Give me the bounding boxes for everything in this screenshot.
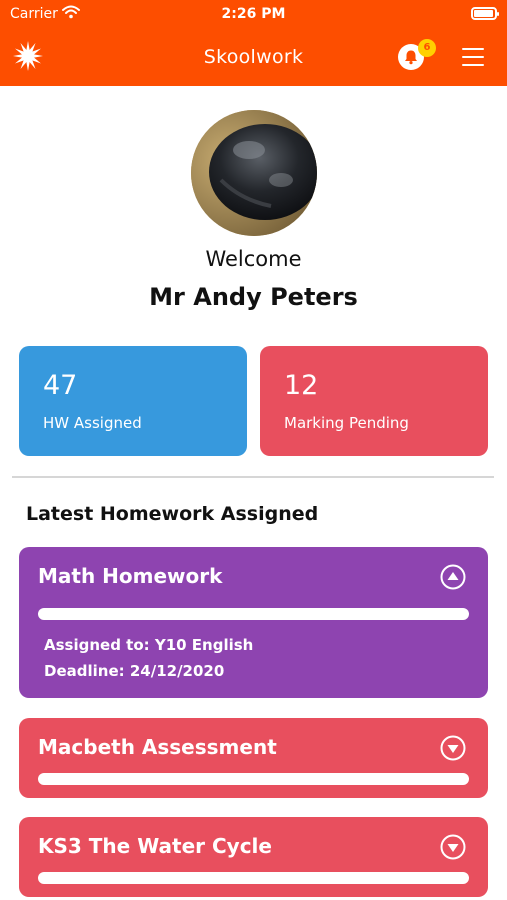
homework-deadline: Deadline: 24/12/2020 — [44, 662, 225, 680]
notification-badge: 6 — [418, 39, 436, 57]
homework-title: Math Homework — [38, 564, 223, 588]
homework-card[interactable]: Math Homework Assigned to: Y10 English D… — [19, 547, 488, 698]
homework-progress-bar — [38, 773, 469, 785]
hamburger-menu-icon[interactable] — [462, 48, 484, 66]
homework-title: KS3 The Water Cycle — [38, 834, 272, 858]
avatar-photo — [191, 110, 317, 236]
battery-icon — [471, 7, 499, 20]
avatar — [191, 110, 317, 236]
homework-assigned-to: Assigned to: Y10 English — [44, 636, 254, 654]
section-title: Latest Homework Assigned — [26, 503, 319, 525]
homework-progress-bar — [38, 608, 469, 620]
homework-card[interactable]: Macbeth Assessment — [19, 718, 488, 798]
hw-assigned-card[interactable]: 47 HW Assigned — [19, 346, 247, 456]
marking-pending-count: 12 — [284, 370, 319, 401]
chevron-up-circle-icon[interactable] — [440, 564, 466, 590]
welcome-text: Welcome — [205, 247, 302, 271]
divider — [12, 476, 494, 478]
status-time: 2:26 PM — [221, 6, 286, 22]
status-bar: Carrier 2:26 PM — [0, 0, 507, 28]
marking-pending-card[interactable]: 12 Marking Pending — [260, 346, 488, 456]
chevron-down-circle-icon[interactable] — [440, 834, 466, 860]
user-name: Mr Andy Peters — [149, 283, 358, 311]
homework-card[interactable]: KS3 The Water Cycle — [19, 817, 488, 897]
marking-pending-label: Marking Pending — [284, 414, 409, 432]
hw-assigned-label: HW Assigned — [43, 414, 142, 432]
hw-assigned-count: 47 — [43, 370, 78, 401]
homework-progress-bar — [38, 872, 469, 884]
homework-title: Macbeth Assessment — [38, 735, 277, 759]
chevron-down-circle-icon[interactable] — [440, 735, 466, 761]
notifications-button[interactable]: 6 — [398, 39, 436, 74]
app-header: Skoolwork 6 — [0, 28, 507, 86]
bell-icon — [405, 50, 417, 65]
